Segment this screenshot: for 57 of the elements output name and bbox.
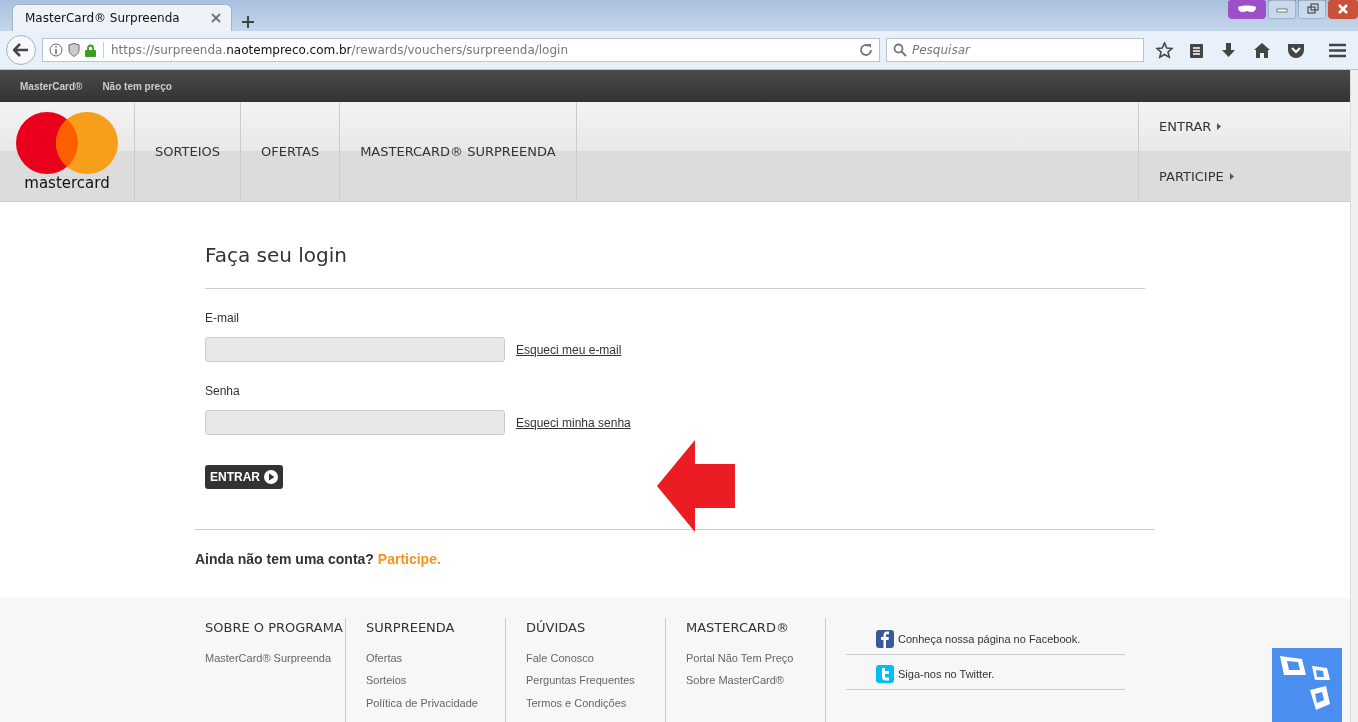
enter-button[interactable]: ENTRAR [205, 465, 283, 489]
info-icon[interactable] [49, 43, 63, 57]
footer-link[interactable]: MasterCard® Surpreenda [205, 649, 345, 666]
shield-icon[interactable] [68, 43, 80, 57]
signup-prompt: Ainda não tem uma conta? Participe. [195, 550, 442, 569]
input-field[interactable] [205, 410, 505, 435]
footer-heading: SOBRE O PROGRAMA [205, 619, 344, 637]
search-field[interactable]: Pesquisar [886, 38, 1144, 62]
footer-link[interactable]: Sobre MasterCard® [686, 672, 825, 689]
nav-link[interactable]: OFERTAS [241, 102, 341, 201]
back-button[interactable] [6, 35, 36, 65]
forgot-link[interactable]: Esqueci minha senha [516, 413, 631, 432]
menu-icon[interactable] [1329, 42, 1346, 58]
close-window-icon[interactable] [1328, 0, 1358, 19]
account-link[interactable]: PARTICIPE [1139, 151, 1350, 201]
caret-icon [1229, 172, 1234, 180]
mask-icon [1228, 0, 1266, 19]
footer-link[interactable]: Sorteios [366, 672, 505, 689]
top-link[interactable]: Não tem preço [102, 78, 172, 94]
footer-heading: DÚVIDAS [526, 619, 587, 637]
social-link[interactable]: Siga-nos no Twitter. [898, 665, 995, 683]
restore-icon[interactable] [1298, 0, 1326, 19]
top-link[interactable]: MasterCard® [20, 78, 83, 94]
field-label: Senha [205, 383, 241, 400]
input-field[interactable] [205, 337, 505, 362]
star-icon[interactable] [1156, 41, 1173, 59]
footer-heading: MASTERCARD® [686, 619, 790, 637]
tab-title: MasterCard® Surpreenda [25, 10, 180, 27]
caret-icon [1217, 123, 1222, 131]
clipboard-icon[interactable] [1189, 41, 1204, 59]
login-title: Faça seu login [205, 240, 1145, 289]
account-link[interactable]: ENTRAR [1139, 102, 1350, 152]
nav-link[interactable]: SORTEIOS [135, 102, 242, 201]
footer-link[interactable]: Política de Privacidade [366, 694, 505, 711]
footer-link[interactable]: Ofertas [366, 649, 505, 666]
add-icon[interactable] [242, 16, 254, 28]
facebook-icon[interactable] [876, 630, 894, 648]
social-link[interactable]: Conheça nossa página no Facebook. [898, 630, 1081, 648]
address-bar[interactable]: https://surpreenda.naotempreco.com.br/rewards/vouchers/surpreenda/login [42, 38, 880, 62]
forgot-link[interactable]: Esqueci meu e-mail [516, 340, 622, 359]
footer-link[interactable]: Termos e Condições [526, 694, 665, 711]
download-icon[interactable] [1220, 41, 1237, 59]
play-icon [264, 470, 278, 484]
reload-icon[interactable] [859, 43, 873, 57]
field-label: E-mail [205, 310, 240, 327]
footer-link[interactable]: Portal Não Tem Preço [686, 649, 825, 666]
footer-link[interactable]: Perguntas Frequentes [526, 672, 665, 689]
nav-link[interactable]: MASTERCARD® SURPREENDA [340, 102, 577, 201]
footer-link[interactable]: Fale Conosco [526, 649, 665, 666]
browser-tab[interactable]: MasterCard® Surpreenda [12, 4, 232, 31]
close-icon[interactable] [211, 13, 221, 23]
mastercard-logo[interactable]: mastercard [0, 102, 135, 201]
back-arrow-icon [13, 43, 29, 57]
home-icon[interactable] [1253, 41, 1271, 59]
footer-heading: SURPREENDA [366, 619, 456, 637]
lock-icon [85, 43, 96, 57]
pocket-icon[interactable] [1287, 41, 1305, 59]
